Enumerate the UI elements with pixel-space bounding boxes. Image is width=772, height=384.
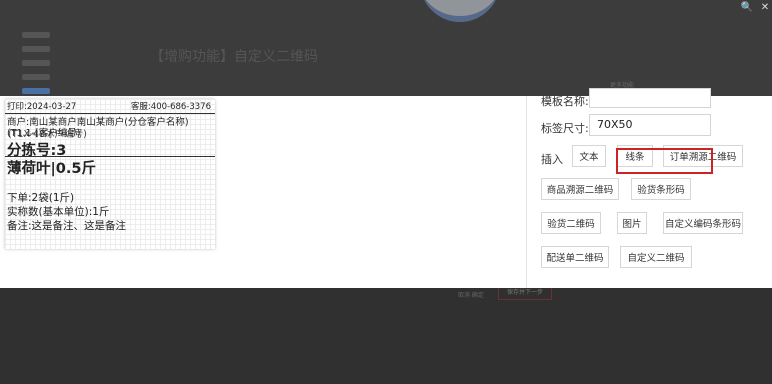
background-page-title: 【增购功能】自定义二维码 — [150, 49, 318, 65]
insert-product-trace-qr-button[interactable]: 商品溯源二维码 — [541, 178, 619, 200]
background-logo — [420, 0, 500, 22]
insert-label: 插入 — [541, 153, 563, 166]
template-name-label: 模板名称: — [541, 95, 589, 108]
insert-order-trace-qr-button[interactable]: 订单溯源二维码 — [663, 145, 743, 167]
insert-image-button[interactable]: 图片 — [617, 212, 647, 234]
label-preview: 打印:2024-03-27 客服:400-686-3376 商户:南山某商户南山… — [5, 99, 215, 249]
insert-inspect-barcode-button[interactable]: 验货条形码 — [631, 178, 691, 200]
label-product[interactable]: 薄荷叶|0.5斤 — [7, 157, 96, 178]
label-size-input[interactable]: 70X50 — [589, 114, 711, 136]
background-page-top: 【增购功能】自定义二维码 更多功能 — [0, 0, 772, 96]
background-sidebar — [22, 32, 62, 96]
background-save-button: 保存并下一步 — [498, 288, 552, 300]
label-size-label: 标签尺寸: — [541, 122, 589, 135]
template-name-input[interactable] — [589, 88, 711, 108]
insert-line-button[interactable]: 线条 — [617, 145, 653, 167]
background-page-bottom: 取消 确定 保存并下一步 — [0, 288, 772, 384]
label-actual-quantity[interactable]: 实称数(基本单位):1斤 — [7, 204, 109, 219]
label-order-quantity[interactable]: 下单:2袋(1斤) — [7, 190, 74, 205]
insert-delivery-qr-button[interactable]: 配送单二维码 — [541, 246, 609, 268]
insert-text-button[interactable]: 文本 — [572, 145, 606, 167]
insert-custom-barcode-button[interactable]: 自定义编码条形码 — [663, 212, 743, 234]
label-print-date[interactable]: 打印:2024-03-27 — [7, 100, 76, 112]
label-service-phone[interactable]: 客服:400-686-3376 — [131, 100, 211, 112]
insert-inspect-qr-button[interactable]: 验货二维码 — [541, 212, 601, 234]
close-icon[interactable]: ✕ — [756, 0, 772, 14]
background-cancel-button: 取消 确定 — [458, 292, 484, 299]
search-icon[interactable]: 🔍 — [738, 0, 756, 14]
insert-custom-qr-button[interactable]: 自定义二维码 — [620, 246, 692, 268]
label-remark[interactable]: 备注:这是备注、这是备注 — [7, 218, 126, 233]
label-customer-code-overlap[interactable]: (T1X-48冰户编号) — [8, 126, 87, 140]
